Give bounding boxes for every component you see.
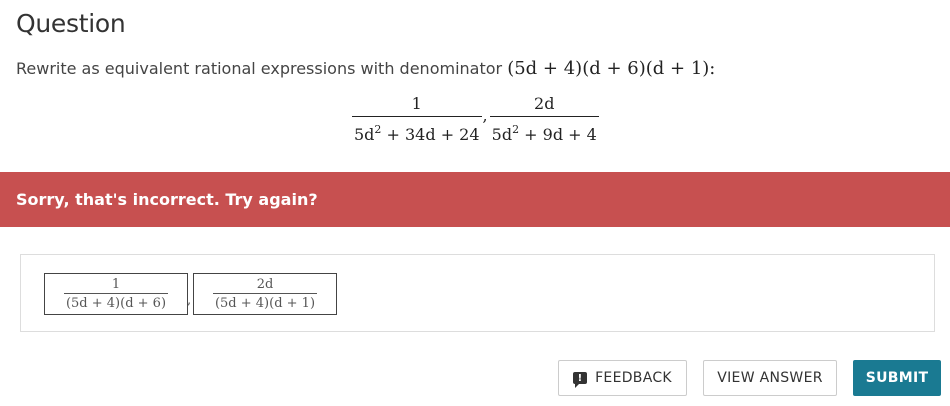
target-denominator: (5d + 4)(d + 6)(d + 1): — [507, 58, 716, 79]
answer-field-2[interactable]: 2d (5d + 4)(d + 1) — [193, 273, 337, 315]
answer-area: 1 (5d + 4)(d + 6) , 2d (5d + 4)(d + 1) — [20, 254, 935, 332]
fraction-bar — [489, 116, 599, 117]
feedback-exclamation-icon: ! — [573, 372, 588, 388]
fraction-1: 1 5d2 + 34d + 24 — [352, 94, 482, 145]
answer-1-denominator: (5d + 4)(d + 6) — [65, 296, 167, 311]
fraction-2: 2d 5d2 + 9d + 4 — [489, 94, 599, 145]
answer-1-fraction: 1 (5d + 4)(d + 6) — [63, 277, 169, 311]
given-fractions: 1 5d2 + 34d + 24 , 2d 5d2 + 9d + 4 — [352, 94, 599, 145]
fraction-1-denominator: 5d2 + 34d + 24 — [354, 123, 480, 144]
question-title: Question — [16, 9, 126, 38]
answer-2-numerator: 2d — [256, 277, 274, 292]
answer-1-numerator: 1 — [111, 277, 121, 292]
fraction-separator: , — [482, 106, 488, 125]
question-prompt: Rewrite as equivalent rational expressio… — [16, 58, 715, 79]
answer-field-1[interactable]: 1 (5d + 4)(d + 6) — [44, 273, 188, 315]
fraction-bar — [352, 116, 482, 117]
fraction-2-numerator: 2d — [534, 94, 555, 113]
feedback-button-label: FEEDBACK — [595, 370, 672, 386]
fraction-2-denominator: 5d2 + 9d + 4 — [491, 123, 597, 144]
answer-2-fraction: 2d (5d + 4)(d + 1) — [212, 277, 318, 311]
fraction-bar — [63, 293, 169, 294]
submit-button[interactable]: SUBMIT — [853, 360, 941, 396]
feedback-button[interactable]: ! FEEDBACK — [558, 360, 687, 396]
answer-2-denominator: (5d + 4)(d + 1) — [214, 296, 316, 311]
fraction-bar — [212, 293, 318, 294]
prompt-text: Rewrite as equivalent rational expressio… — [16, 59, 503, 78]
fraction-1-numerator: 1 — [411, 94, 422, 113]
answer-separator: , — [187, 293, 192, 308]
view-answer-button[interactable]: VIEW ANSWER — [703, 360, 837, 396]
incorrect-feedback-banner: Sorry, that's incorrect. Try again? — [0, 172, 950, 227]
